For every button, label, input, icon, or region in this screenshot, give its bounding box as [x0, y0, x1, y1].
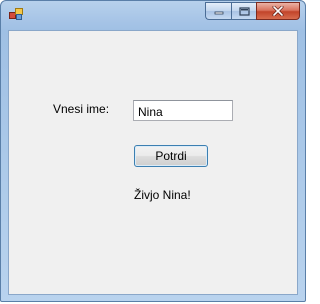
- maximize-button[interactable]: [231, 2, 256, 20]
- form-client-area: Vnesi ime: Potrdi Živjo Nina!: [8, 30, 298, 295]
- name-label: Vnesi ime:: [53, 102, 110, 116]
- application-window: Vnesi ime: Potrdi Živjo Nina!: [0, 0, 306, 302]
- minimize-icon: [214, 11, 223, 15]
- winforms-app-icon: [9, 8, 23, 20]
- close-button[interactable]: [256, 2, 300, 20]
- maximize-icon: [238, 6, 250, 16]
- title-bar[interactable]: [1, 1, 305, 27]
- caption-buttons: [205, 2, 300, 21]
- name-input[interactable]: [133, 100, 233, 121]
- close-icon: [272, 6, 284, 16]
- greeting-text: Živjo Nina!: [134, 188, 191, 202]
- minimize-button[interactable]: [205, 2, 231, 20]
- confirm-button[interactable]: Potrdi: [134, 145, 208, 167]
